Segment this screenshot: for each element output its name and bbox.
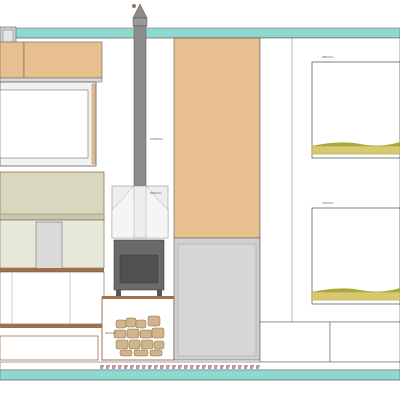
floor	[0, 361, 400, 381]
wood-store	[101, 296, 175, 361]
wood-stove	[113, 239, 165, 298]
chimney-height-label: 2200mm	[150, 137, 164, 141]
ceiling-band	[0, 27, 400, 39]
upper-bunk-gap-label: 980mm	[322, 55, 334, 59]
elevation-svg: 2200mm 600mm 980mm 430mm 420mm	[0, 0, 400, 400]
lower-bunk-gap-label: 430mm	[322, 201, 334, 205]
upper-bunk	[311, 61, 400, 159]
stove-opening-label: 600mm	[150, 191, 162, 195]
upper-left-cabinets	[0, 41, 103, 83]
wood-store-height-label: 420mm	[105, 331, 117, 335]
bunk-area	[259, 37, 400, 363]
firewood-pile	[113, 315, 165, 357]
lower-bunk	[311, 207, 400, 305]
tall-cabinet	[173, 37, 261, 361]
left-window	[0, 81, 97, 167]
bunk-base-drawers	[259, 321, 400, 363]
elevation-drawing: 2200mm 600mm 980mm 430mm 420mm	[0, 0, 400, 400]
